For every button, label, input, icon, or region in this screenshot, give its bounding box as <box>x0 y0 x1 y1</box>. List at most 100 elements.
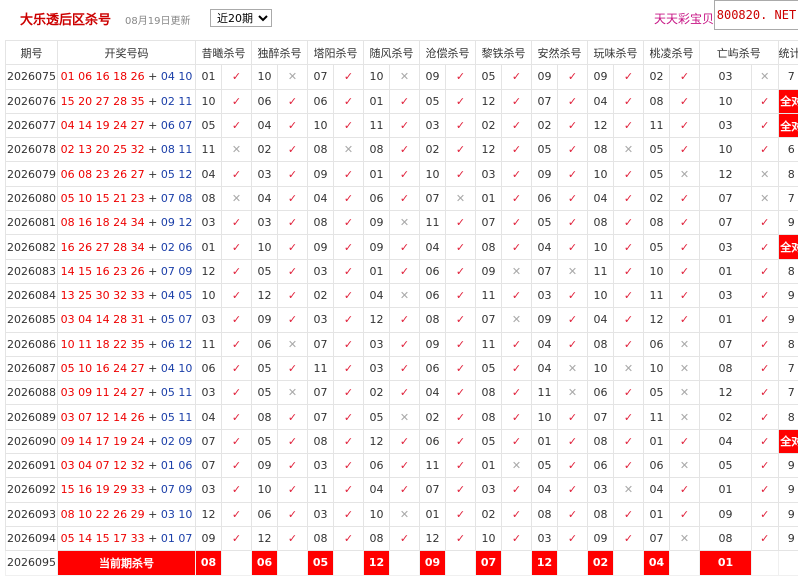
kill-number: 12 <box>419 525 446 552</box>
cross-icon: ✕ <box>221 185 252 212</box>
front-numbers: 10 11 18 22 35 <box>60 337 145 351</box>
back-numbers: 07 09 <box>160 483 193 497</box>
hit-count: 9 <box>777 477 798 503</box>
kill-number: 10 <box>475 525 502 552</box>
kill-number: 03 <box>475 161 502 187</box>
check-icon: ✓ <box>333 112 364 139</box>
check-icon: ✓ <box>221 64 252 90</box>
table-row: 2026093 08 10 22 26 29 + 03 10 12 ✓ 06 ✓ 03 ✓ 10… <box>5 501 798 527</box>
check-icon: ✓ <box>389 355 420 382</box>
check-icon: ✓ <box>389 88 420 114</box>
check-icon: ✓ <box>501 88 532 114</box>
check-icon: ✓ <box>501 112 532 139</box>
draw-numbers: 03 04 07 12 32 + 01 06 <box>57 453 196 479</box>
check-icon: ✓ <box>221 477 252 503</box>
back-numbers: 06 12 <box>160 337 193 351</box>
check-icon: ✓ <box>751 234 779 260</box>
kill-number: 10 <box>587 282 614 309</box>
draw-numbers: 10 11 18 22 35 + 06 12 <box>57 331 196 357</box>
kill-number: 10 <box>363 501 390 527</box>
kill-number: 07 <box>307 331 334 357</box>
plus-sign: + <box>148 70 158 84</box>
check-icon: ✓ <box>613 185 644 212</box>
check-icon: ✓ <box>751 404 779 430</box>
current-kill-number: 06 <box>251 550 278 576</box>
blank-cell <box>777 550 798 576</box>
plus-sign: + <box>148 313 158 327</box>
col-header-expert: 随风杀号 <box>363 39 420 66</box>
hit-count: 9 <box>777 307 798 333</box>
check-icon: ✓ <box>221 258 252 284</box>
ad-link[interactable]: 天天彩宝贝 <box>654 10 714 27</box>
check-icon: ✓ <box>751 477 779 503</box>
table-row: 2026089 03 07 12 14 26 + 05 11 04 ✓ 08 ✓ 07 ✓ 05… <box>5 404 798 430</box>
kill-number: 06 <box>419 355 446 382</box>
table-row: 2026087 05 10 16 24 27 + 04 10 06 ✓ 05 ✓ 11 ✓ 03… <box>5 355 798 382</box>
cross-icon: ✕ <box>669 380 700 406</box>
kill-number: 10 <box>251 234 278 260</box>
cross-icon: ✕ <box>277 331 308 357</box>
check-icon: ✓ <box>557 161 588 187</box>
plus-sign: + <box>148 410 158 424</box>
check-icon: ✓ <box>221 380 252 406</box>
kill-number: 08 <box>531 501 558 527</box>
kill-number: 03 <box>307 307 334 333</box>
kill-number: 05 <box>643 234 670 260</box>
kill-number: 11 <box>195 331 222 357</box>
kill-number: 09 <box>363 234 390 260</box>
back-numbers: 01 07 <box>160 532 193 546</box>
check-icon: ✓ <box>751 453 779 479</box>
period-select[interactable]: 近20期 <box>210 9 272 27</box>
kill-number: 02 <box>643 64 670 90</box>
kill-number: 07 <box>699 185 752 212</box>
kill-number: 08 <box>195 185 222 212</box>
check-icon: ✓ <box>221 501 252 527</box>
check-icon: ✓ <box>501 404 532 430</box>
check-icon: ✓ <box>501 331 532 357</box>
check-icon: ✓ <box>389 112 420 139</box>
front-numbers: 09 14 17 19 24 <box>60 434 145 448</box>
check-icon: ✓ <box>751 307 779 333</box>
issue-number: 2026077 <box>5 112 58 139</box>
check-icon: ✓ <box>557 453 588 479</box>
kill-number: 09 <box>699 501 752 527</box>
kill-number: 08 <box>643 210 670 236</box>
table-row: 2026079 06 08 23 26 27 + 05 12 04 ✓ 03 ✓ 09 ✓ 01… <box>5 161 798 187</box>
col-header-stats: 统计概况 <box>777 39 798 66</box>
check-icon: ✓ <box>333 501 364 527</box>
check-icon: ✓ <box>221 331 252 357</box>
hit-count: 8 <box>777 161 798 187</box>
current-kill-number: 01 <box>699 550 752 576</box>
check-icon: ✓ <box>389 234 420 260</box>
front-numbers: 02 13 20 25 32 <box>60 143 145 157</box>
kill-number: 03 <box>699 282 752 309</box>
kill-number: 03 <box>195 380 222 406</box>
draw-numbers: 06 08 23 26 27 + 05 12 <box>57 161 196 187</box>
check-icon: ✓ <box>557 428 588 455</box>
kill-number: 08 <box>587 331 614 357</box>
front-numbers: 15 16 19 29 33 <box>60 483 145 497</box>
issue-number: 2026078 <box>5 137 58 163</box>
check-icon: ✓ <box>501 380 532 406</box>
current-kill-number: 09 <box>419 550 446 576</box>
check-icon: ✓ <box>751 112 779 139</box>
kill-number: 10 <box>587 234 614 260</box>
kill-number: 01 <box>475 453 502 479</box>
current-period-label: 当前期杀号 <box>57 550 196 576</box>
check-icon: ✓ <box>277 112 308 139</box>
kill-number: 07 <box>475 210 502 236</box>
kill-number: 04 <box>419 234 446 260</box>
check-icon: ✓ <box>669 137 700 163</box>
kill-number: 07 <box>419 477 446 503</box>
cross-icon: ✕ <box>389 404 420 430</box>
cross-icon: ✕ <box>669 525 700 552</box>
kill-number: 06 <box>419 282 446 309</box>
kill-number: 06 <box>363 453 390 479</box>
kill-number: 08 <box>307 137 334 163</box>
check-icon: ✓ <box>389 477 420 503</box>
kill-number: 07 <box>195 453 222 479</box>
blank-cell <box>445 550 476 576</box>
table-row: 2026091 03 04 07 12 32 + 01 06 07 ✓ 09 ✓ 03 ✓ 06… <box>5 453 798 479</box>
kill-number: 06 <box>419 428 446 455</box>
kill-number: 03 <box>307 453 334 479</box>
